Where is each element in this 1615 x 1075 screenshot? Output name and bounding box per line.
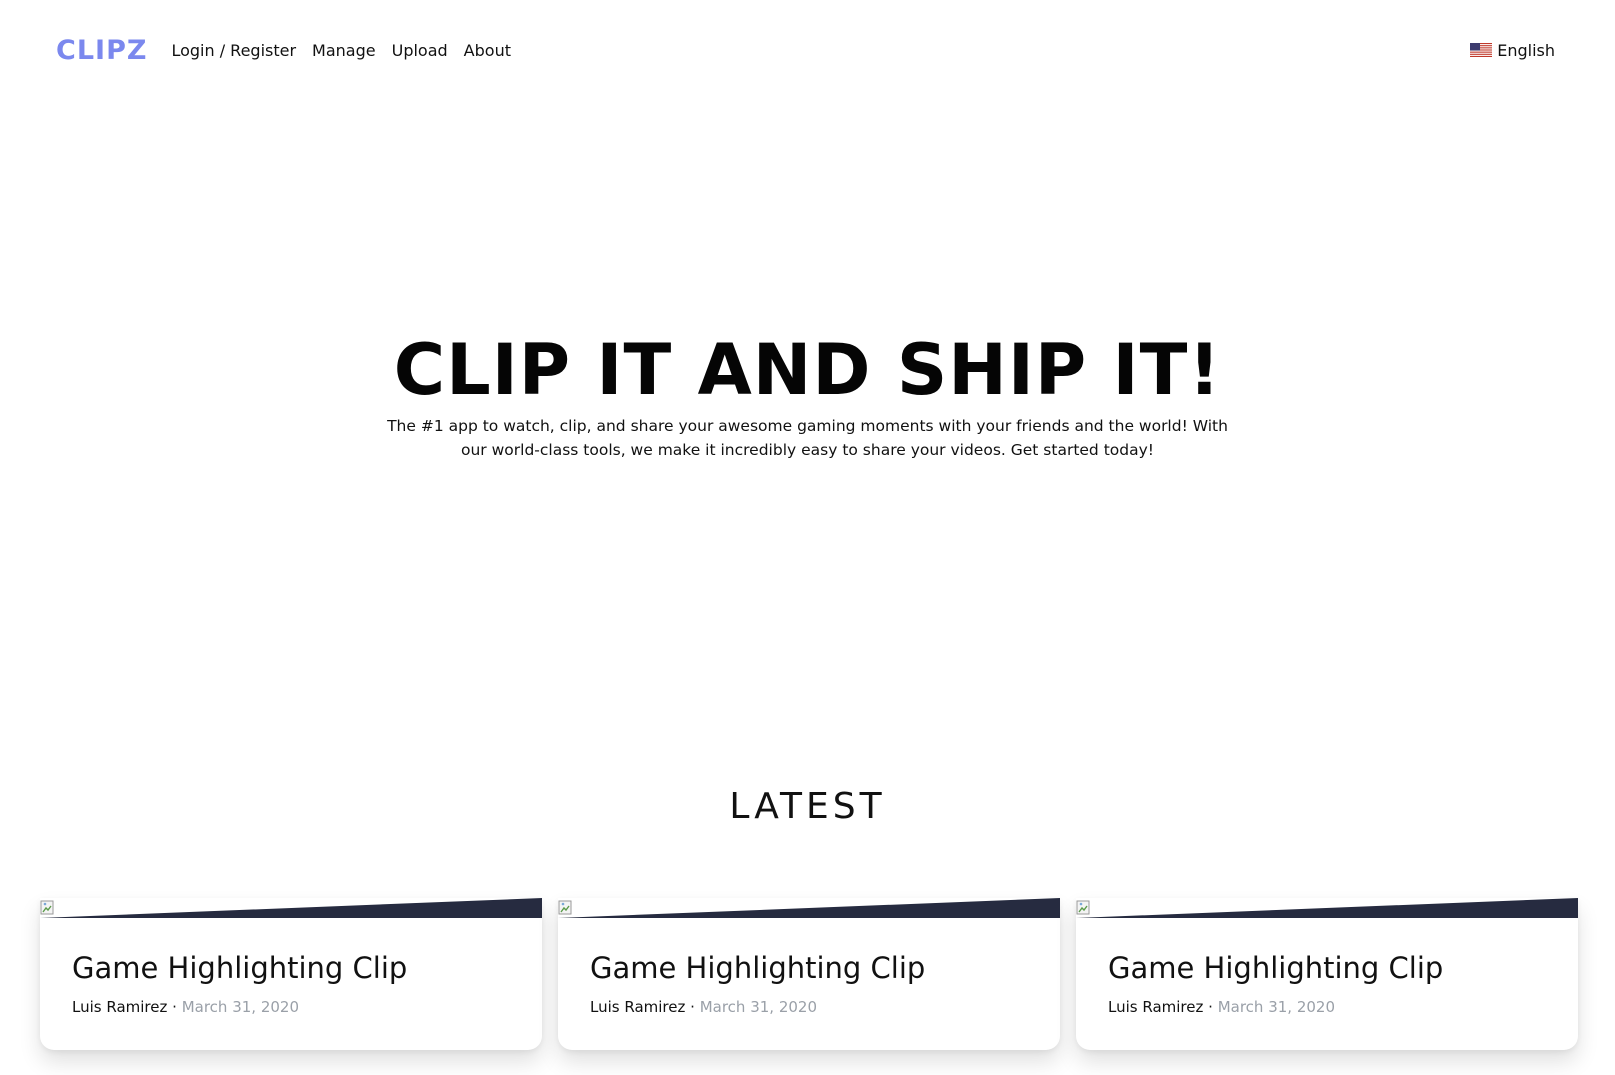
clip-card-body: Game Highlighting Clip Luis Ramirez · Ma…	[590, 950, 1040, 1016]
top-navbar: CLIPZ Login / Register Manage Upload Abo…	[0, 0, 1615, 100]
clip-title[interactable]: Game Highlighting Clip	[1108, 950, 1558, 986]
card-slant-decoration	[1076, 898, 1578, 918]
meta-separator: ·	[690, 998, 695, 1016]
clip-meta: Luis Ramirez · March 31, 2020	[72, 998, 522, 1016]
meta-separator: ·	[1208, 998, 1213, 1016]
clip-card-body: Game Highlighting Clip Luis Ramirez · Ma…	[1108, 950, 1558, 1016]
clip-card[interactable]: Game Highlighting Clip Luis Ramirez · Ma…	[40, 898, 542, 1050]
clip-title[interactable]: Game Highlighting Clip	[590, 950, 1040, 986]
page: CLIPZ Login / Register Manage Upload Abo…	[0, 0, 1615, 1075]
hero-subtitle: The #1 app to watch, clip, and share you…	[387, 417, 1228, 459]
clip-author: Luis Ramirez	[590, 998, 686, 1016]
nav-link-login-register[interactable]: Login / Register	[171, 41, 296, 60]
clip-title[interactable]: Game Highlighting Clip	[72, 950, 522, 986]
card-slant-decoration	[40, 898, 542, 918]
language-selector[interactable]: English	[1470, 41, 1555, 60]
us-flag-icon	[1470, 43, 1493, 57]
nav-link-upload[interactable]: Upload	[392, 41, 448, 60]
clip-card[interactable]: Game Highlighting Clip Luis Ramirez · Ma…	[1076, 898, 1578, 1050]
broken-image-icon	[1076, 900, 1090, 915]
broken-image-icon	[558, 900, 572, 915]
latest-heading: LATEST	[729, 786, 886, 827]
clip-date: March 31, 2020	[699, 998, 817, 1016]
clip-meta: Luis Ramirez · March 31, 2020	[590, 998, 1040, 1016]
clip-date: March 31, 2020	[1217, 998, 1335, 1016]
nav-link-manage[interactable]: Manage	[312, 41, 376, 60]
clip-card-body: Game Highlighting Clip Luis Ramirez · Ma…	[72, 950, 522, 1016]
meta-separator: ·	[172, 998, 177, 1016]
main-nav: Login / Register Manage Upload About	[171, 41, 511, 60]
card-slant-decoration	[558, 898, 1060, 918]
hero-title: CLIP IT AND SHIP IT!	[393, 329, 1222, 411]
broken-image-icon	[40, 900, 54, 915]
nav-link-about[interactable]: About	[464, 41, 511, 60]
clip-author: Luis Ramirez	[1108, 998, 1204, 1016]
clip-list: Game Highlighting Clip Luis Ramirez · Ma…	[40, 898, 1580, 1050]
clip-author: Luis Ramirez	[72, 998, 168, 1016]
clip-date: March 31, 2020	[181, 998, 299, 1016]
brand-logo[interactable]: CLIPZ	[56, 35, 147, 66]
language-label: English	[1497, 40, 1555, 60]
clip-card[interactable]: Game Highlighting Clip Luis Ramirez · Ma…	[558, 898, 1060, 1050]
clip-meta: Luis Ramirez · March 31, 2020	[1108, 998, 1558, 1016]
hero-section: CLIP IT AND SHIP IT! The #1 app to watch…	[0, 330, 1615, 462]
